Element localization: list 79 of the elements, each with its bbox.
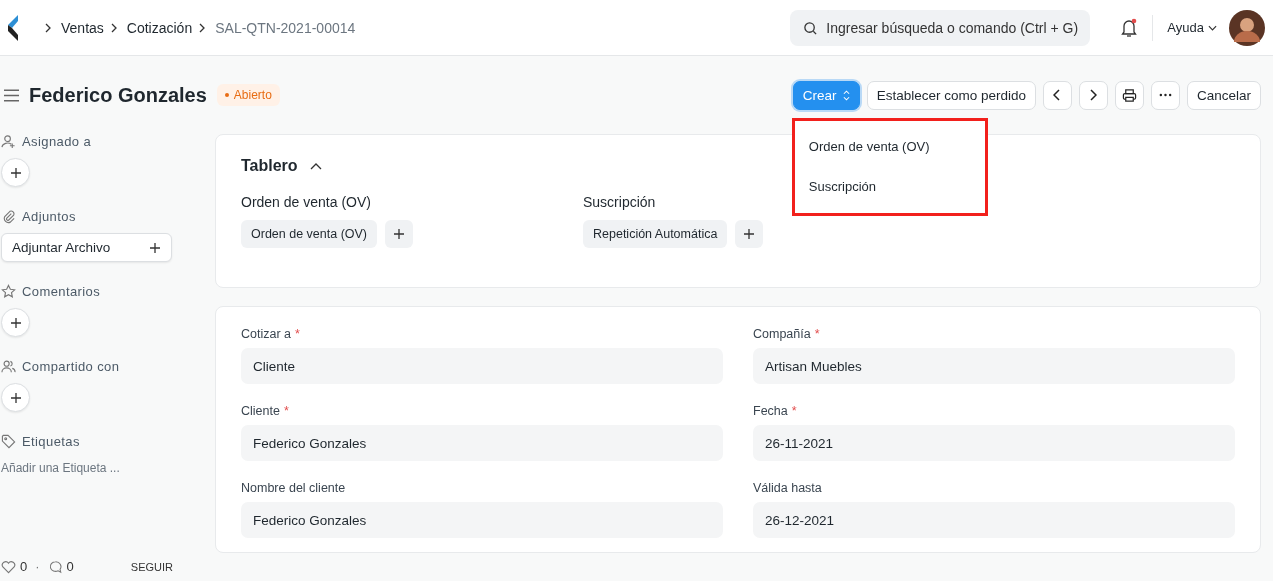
input-field[interactable]: 26-11-2021 [753, 425, 1235, 461]
input-field[interactable]: Federico Gonzales [241, 502, 723, 538]
follow-link[interactable]: SEGUIR [130, 560, 173, 573]
field-label: Fecha [753, 404, 788, 418]
input-field[interactable]: Artisan Muebles [753, 348, 1235, 384]
comment-icon[interactable] [47, 559, 63, 574]
tag-input[interactable]: Añadir una Etiqueta ... [1, 461, 171, 475]
plus-icon [743, 228, 756, 240]
add-button[interactable] [385, 220, 414, 248]
chevron-left-icon [1053, 89, 1062, 101]
section-label: Comentarios [22, 284, 101, 299]
star-icon [1, 284, 16, 299]
chevron-right-icon [44, 22, 52, 33]
group-heading: Orden de venta (OV) [241, 194, 372, 210]
page-title: Federico Gonzales [29, 83, 207, 107]
plus-icon [149, 241, 161, 254]
add-button[interactable] [1, 158, 30, 187]
action-button[interactable]: Establecer como perdido [866, 80, 1036, 110]
group-heading: Suscripción [583, 194, 657, 210]
user-add-icon [1, 134, 16, 149]
input-field[interactable]: Federico Gonzales [241, 425, 723, 461]
status-badge: Abierto [216, 84, 280, 106]
required-mark: * [295, 327, 300, 341]
next-button[interactable] [1078, 80, 1108, 110]
add-button[interactable] [735, 220, 764, 248]
printer-icon [1121, 87, 1137, 103]
avatar-icon[interactable] [1229, 9, 1265, 46]
plus-icon [9, 391, 22, 404]
chevron-right-icon [198, 22, 207, 33]
input-field[interactable]: Cliente [241, 348, 723, 384]
cancel-button[interactable]: Cancelar [1186, 80, 1261, 110]
ellipsis-icon [1158, 93, 1172, 97]
breadcrumb-link[interactable]: Ventas [61, 19, 104, 36]
plus-icon [9, 166, 22, 179]
field-label: Válida hasta [753, 481, 822, 495]
chevron-right-icon [109, 22, 118, 33]
attach-file-button[interactable]: Adjuntar Archivo [1, 233, 172, 262]
help-menu[interactable]: Ayuda [1167, 20, 1217, 35]
required-mark: * [283, 404, 289, 418]
plus-icon [393, 228, 406, 240]
previous-button[interactable] [1042, 80, 1072, 110]
add-button[interactable] [1, 383, 30, 412]
section-label: Etiquetas [22, 434, 80, 449]
comment-count: 0 [66, 559, 74, 574]
breadcrumb-link[interactable]: Cotización [126, 19, 193, 36]
section-label: Adjuntos [22, 209, 76, 224]
breadcrumb-link[interactable]: SAL-QTN-2021-00014 [215, 19, 356, 36]
input-field[interactable]: 26-12-2021 [753, 502, 1235, 538]
document-link[interactable]: Orden de venta (OV) [241, 220, 378, 248]
add-button[interactable] [1, 308, 30, 337]
menu-item[interactable]: Suscripción [794, 166, 985, 207]
plus-icon [9, 316, 22, 329]
sort-icon [842, 89, 850, 101]
menu-icon[interactable] [4, 88, 19, 102]
chevron-right-icon [1089, 89, 1098, 101]
search-icon [803, 20, 819, 36]
tag-icon [1, 434, 16, 449]
chevron-down-icon [1208, 24, 1217, 31]
required-mark: * [814, 327, 820, 341]
section-title: Tablero [241, 157, 298, 175]
users-icon [1, 359, 16, 374]
section-label: Asignado a [22, 134, 92, 149]
collapse-icon[interactable] [309, 162, 322, 170]
heart-icon[interactable] [1, 559, 16, 574]
print-button[interactable] [1114, 80, 1144, 110]
menu-item[interactable]: Orden de venta (OV) [794, 126, 985, 167]
like-count: 0 [20, 559, 28, 574]
paperclip-icon [1, 209, 16, 224]
separator: · [35, 559, 40, 574]
field-label: Cliente [241, 404, 280, 418]
required-mark: * [791, 404, 797, 418]
app-logo[interactable] [6, 14, 20, 41]
bell-icon[interactable] [1120, 17, 1139, 38]
section-label: Compartido con [22, 359, 120, 374]
field-label: Cotizar a [241, 327, 292, 341]
search-field[interactable]: Ingresar búsqueda o comando (Ctrl + G) [790, 9, 1091, 46]
document-link[interactable]: Repetición Automática [583, 220, 728, 248]
field-label: Compañía [753, 327, 811, 341]
field-label: Nombre del cliente [241, 481, 346, 495]
